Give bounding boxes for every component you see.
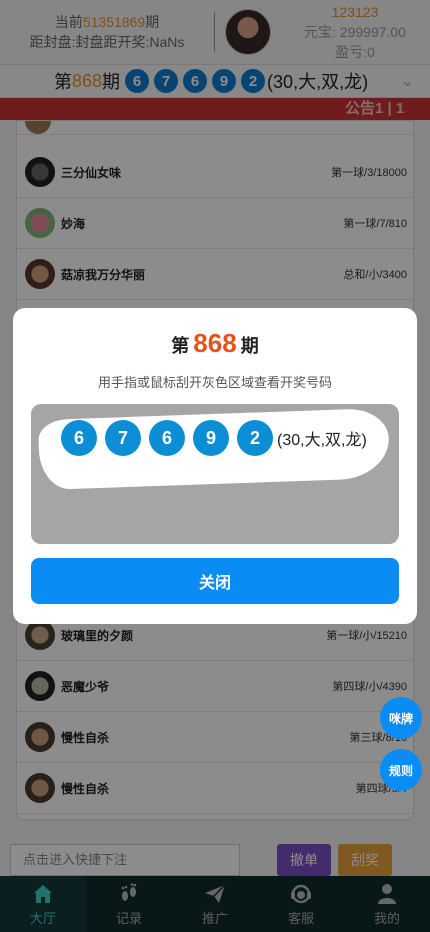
result-ball: 2 — [237, 420, 273, 456]
scratch-result-modal: 第 868 期 用手指或鼠标刮开灰色区域查看开奖号码 6 7 6 9 2 (30,大… — [13, 308, 417, 624]
result-ball: 6 — [61, 420, 97, 456]
rules-float-button[interactable]: 规则 — [380, 749, 422, 791]
scratch-area[interactable]: 6 7 6 9 2 (30,大,双,龙) — [31, 404, 399, 544]
modal-title-prefix: 第 — [171, 336, 190, 356]
result-ball: 6 — [149, 420, 185, 456]
result-ball: 9 — [193, 420, 229, 456]
chat-float-button[interactable]: 咪牌 — [380, 697, 422, 739]
modal-title-suffix: 期 — [240, 336, 259, 356]
scratch-instruction: 用手指或鼠标刮开灰色区域查看开奖号码 — [97, 375, 332, 390]
modal-title: 第 868 期 — [13, 328, 417, 359]
close-button[interactable]: 关闭 — [31, 558, 399, 604]
result-balls: 6 7 6 9 2 (30,大,双,龙) — [61, 420, 367, 456]
result-ball: 7 — [105, 420, 141, 456]
result-description: (30,大,双,龙) — [277, 432, 367, 449]
modal-issue-number: 868 — [193, 328, 237, 358]
